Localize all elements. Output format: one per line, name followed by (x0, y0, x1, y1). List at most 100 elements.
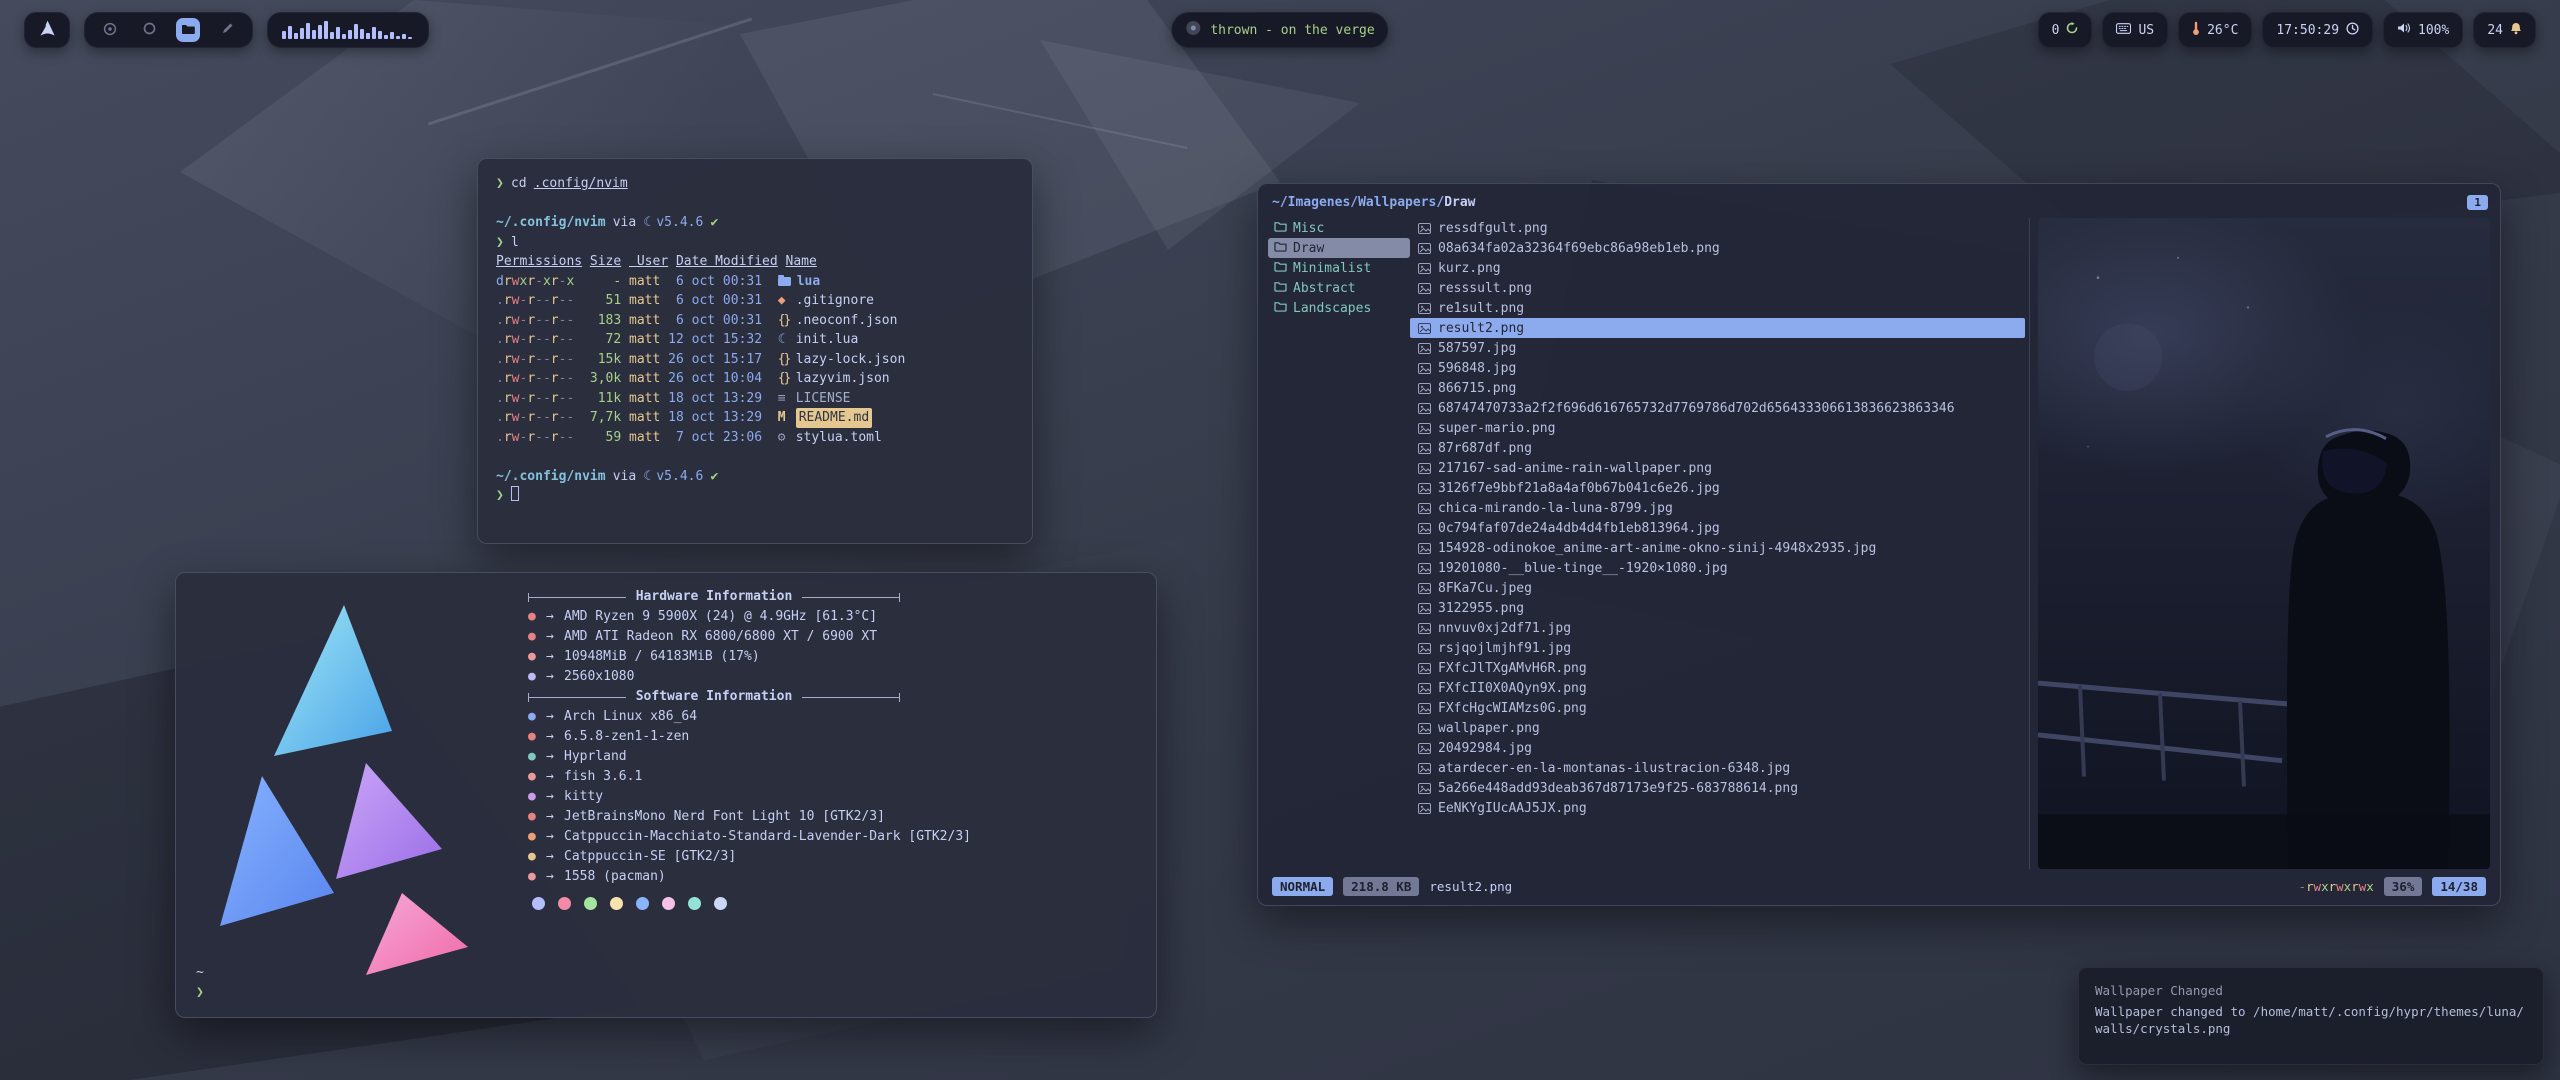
app-launcher-button[interactable] (24, 12, 70, 48)
browser-circle-icon (103, 22, 117, 39)
file-item[interactable]: 596848.jpg (1410, 358, 2025, 378)
folder-icon (1274, 281, 1287, 296)
file-item[interactable]: 217167-sad-anime-rain-wallpaper.png (1410, 458, 2025, 478)
palette-dot (714, 897, 727, 910)
software-info-row: Catppuccin-Macchiato-Standard-Lavender-D… (528, 827, 971, 847)
info-icon (528, 767, 546, 787)
file-item[interactable]: 20492984.jpg (1410, 738, 2025, 758)
file-item[interactable]: FXfcHgcWIAMzs0G.png (1410, 698, 2025, 718)
palette-dot (558, 897, 571, 910)
file-item[interactable]: 3122955.png (1410, 598, 2025, 618)
file-item[interactable]: super-mario.png (1410, 418, 2025, 438)
file-item[interactable]: 87r687df.png (1410, 438, 2025, 458)
workspace-button-chat[interactable] (137, 18, 161, 42)
tab-badge[interactable]: 1 (2467, 195, 2488, 210)
file-item[interactable]: resssult.png (1410, 278, 2025, 298)
file-item[interactable]: 587597.jpg (1410, 338, 2025, 358)
command-text: l (511, 235, 519, 250)
image-file-icon (1418, 283, 1431, 294)
file-item[interactable]: nnvuv0xj2df71.jpg (1410, 618, 2025, 638)
file-item[interactable]: 5a266e448add93deab367d87173e9f25-6837886… (1410, 778, 2025, 798)
image-file-icon (1418, 403, 1431, 414)
terminal-window-nvim[interactable]: ❯cd.config/nvim ~/.config/nvimvia☾v5.4.6… (477, 158, 1033, 544)
arrow-icon (546, 807, 564, 827)
media-widget[interactable]: thrown - on the verge (1171, 12, 1388, 48)
notification-popup[interactable]: Wallpaper Changed Wallpaper changed to /… (2078, 967, 2544, 1065)
file-item[interactable]: 3126f7e9bbf21a8a4af0b67b041c6e26.jpg (1410, 478, 2025, 498)
visualizer-bar (342, 34, 346, 39)
file-item[interactable]: 08a634fa02a32364f69ebc86a98eb1eb.png (1410, 238, 2025, 258)
file-item[interactable]: 0c794faf07de24a4db4d4fb1eb813964.jpg (1410, 518, 2025, 538)
visualizer-bar (366, 33, 370, 39)
image-file-icon (1418, 523, 1431, 534)
file-item[interactable]: 866715.png (1410, 378, 2025, 398)
file-item[interactable]: atardecer-en-la-montanas-ilustracion-634… (1410, 758, 2025, 778)
folder-item[interactable]: Landscapes (1268, 298, 1410, 318)
file-item[interactable]: re1sult.png (1410, 298, 2025, 318)
volume-module[interactable]: 100% (2383, 12, 2463, 48)
image-file-icon (1418, 243, 1431, 254)
visualizer-bar (294, 33, 298, 39)
folder-item[interactable]: Misc (1268, 218, 1410, 238)
workspace-button-edit[interactable] (215, 18, 239, 42)
workspace-button-files[interactable] (176, 18, 200, 42)
arrow-icon (546, 867, 564, 887)
file-item[interactable]: result2.png (1410, 318, 2025, 338)
file-permissions: -rwxrwxrwx (2298, 879, 2373, 894)
file-item[interactable]: kurz.png (1410, 258, 2025, 278)
file-type-icon (778, 330, 796, 350)
file-item[interactable]: EeNKYgIUcAAJ5JX.png (1410, 798, 2025, 818)
command-arg: .config/nvim (534, 176, 628, 191)
prompt-char: ❯ (496, 488, 504, 503)
visualizer-bar (384, 35, 388, 39)
palette-dot (532, 897, 545, 910)
palette-dot (688, 897, 701, 910)
image-file-icon (1418, 603, 1431, 614)
updates-module[interactable]: 0 (2038, 12, 2093, 48)
file-type-icon (778, 291, 796, 311)
temperature-module[interactable]: 26°C (2178, 12, 2252, 48)
keyboard-layout-module[interactable]: US (2102, 12, 2168, 48)
file-item[interactable]: rsjqojlmjhf91.jpg (1410, 638, 2025, 658)
file-item[interactable]: 154928-odinokoe_anime-art-anime-okno-sin… (1410, 538, 2025, 558)
software-info-row: 1558 (pacman) (528, 867, 971, 887)
pencil-icon (221, 22, 234, 38)
file-item[interactable]: FXfcII0X0AQyn9X.png (1410, 678, 2025, 698)
prompt-char: ❯ (496, 176, 504, 191)
folder-item[interactable]: Abstract (1268, 278, 1410, 298)
shell-prompt-line: ~/.config/nvimvia☾v5.4.6✔ (496, 467, 1032, 487)
software-info-row: Catppuccin-SE [GTK2/3] (528, 847, 971, 867)
circle-icon (143, 22, 156, 38)
file-listing-row: .rw-r--r--11kmatt18 oct 13:29LICENSE (496, 389, 1032, 409)
image-preview-pane (2038, 218, 2490, 869)
file-type-icon (778, 428, 796, 448)
software-info-row: fish 3.6.1 (528, 767, 971, 787)
shell-prompt-line: ~/.config/nvimvia☾v5.4.6✔ (496, 213, 1032, 233)
file-item[interactable]: 68747470733a2f2f696d616765732d7769786d70… (1410, 398, 2025, 418)
file-manager-window[interactable]: ~/Imagenes/Wallpapers/Draw 1 Misc Draw M… (1257, 183, 2501, 906)
palette-dot (636, 897, 649, 910)
folder-icon (1274, 301, 1287, 316)
file-type-icon (778, 389, 796, 409)
workspace-button-browser[interactable] (98, 18, 122, 42)
folder-item[interactable]: Minimalist (1268, 258, 1410, 278)
hardware-section-header: Hardware Information (528, 587, 900, 607)
file-item[interactable]: 19201080-__blue-tinge__-1920×1080.jpg (1410, 558, 2025, 578)
folder-item[interactable]: Draw (1268, 238, 1410, 258)
terminal-window-fetch[interactable]: Hardware Information AMD Ryzen 9 5900X (… (175, 572, 1157, 1018)
image-file-icon (1418, 643, 1431, 654)
file-item[interactable]: FXfcJlTXgAMvH6R.png (1410, 658, 2025, 678)
refresh-icon (2066, 22, 2078, 38)
file-item[interactable]: chica-mirando-la-luna-8799.jpg (1410, 498, 2025, 518)
notifications-module[interactable]: 24 (2473, 12, 2536, 48)
clock-module[interactable]: 17:50:29 (2262, 12, 2373, 48)
status-check-icon: ✔ (710, 469, 718, 484)
file-item[interactable]: ressdfgult.png (1410, 218, 2025, 238)
file-listing-row: .rw-r--r--59matt 7 oct 23:06stylua.toml (496, 428, 1032, 448)
file-item[interactable]: 8FKa7Cu.jpeg (1410, 578, 2025, 598)
clock-icon (2346, 22, 2359, 39)
software-info-row: 6.5.8-zen1-1-zen (528, 727, 971, 747)
file-item[interactable]: wallpaper.png (1410, 718, 2025, 738)
file-listing-row: .rw-r--r--183matt 6 oct 00:31.neoconf.js… (496, 311, 1032, 331)
info-icon (528, 807, 546, 827)
